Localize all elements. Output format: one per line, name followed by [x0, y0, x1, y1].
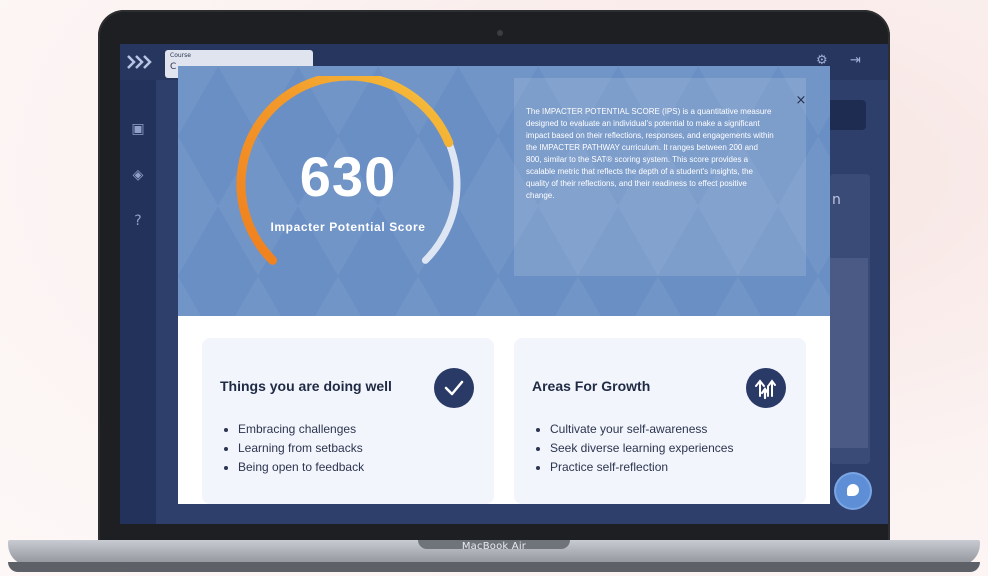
app-sidebar: ▣ ◈ ? — [120, 80, 156, 524]
strengths-title: Things you are doing well — [220, 378, 392, 394]
list-item: Being open to feedback — [224, 458, 364, 477]
score-value: 630 — [299, 145, 397, 208]
side-panel-content — [830, 258, 868, 448]
growth-arrows-icon — [746, 368, 786, 408]
list-item: Cultivate your self-awareness — [536, 420, 733, 439]
side-panel-heading: n — [832, 192, 841, 208]
score-description: The IMPACTER POTENTIAL SCORE (IPS) is a … — [526, 107, 774, 200]
app-side-panel: n — [830, 174, 870, 464]
growth-title: Areas For Growth — [532, 378, 651, 394]
list-item: Learning from setbacks — [224, 439, 364, 458]
chat-button[interactable] — [836, 474, 870, 508]
growth-card: Areas For Growth Cultivate your self-awa… — [514, 338, 806, 504]
laptop-screen: Course C ⚙ ⇥ ▣ ◈ ? n 630 Impacter Potent… — [120, 44, 888, 524]
logout-icon[interactable]: ⇥ — [850, 54, 864, 68]
laptop-foot — [8, 562, 980, 572]
close-icon[interactable]: × — [794, 94, 808, 108]
list-item: Seek diverse learning experiences — [536, 439, 733, 458]
camera-icon — [497, 30, 503, 36]
growth-list: Cultivate your self-awareness Seek diver… — [536, 420, 733, 477]
sidebar-courses-icon[interactable]: ◈ — [129, 166, 147, 184]
chat-bubble-icon — [847, 484, 859, 496]
app-logo-icon[interactable] — [126, 54, 154, 70]
sidebar-help-icon[interactable]: ? — [129, 212, 147, 230]
course-selector-label: Course — [170, 52, 191, 59]
checkmark-icon — [434, 368, 474, 408]
device-label: MacBook Air — [461, 541, 527, 552]
strengths-list: Embracing challenges Learning from setba… — [224, 420, 364, 477]
list-item: Embracing challenges — [224, 420, 364, 439]
list-item: Practice self-reflection — [536, 458, 733, 477]
score-label: Impacter Potential Score — [270, 220, 426, 234]
sidebar-profile-icon[interactable]: ▣ — [129, 120, 147, 138]
course-selector-value: C — [170, 62, 177, 72]
strengths-card: Things you are doing well Embracing chal… — [202, 338, 494, 504]
score-modal: 630 Impacter Potential Score The IMPACTE… — [178, 66, 830, 504]
